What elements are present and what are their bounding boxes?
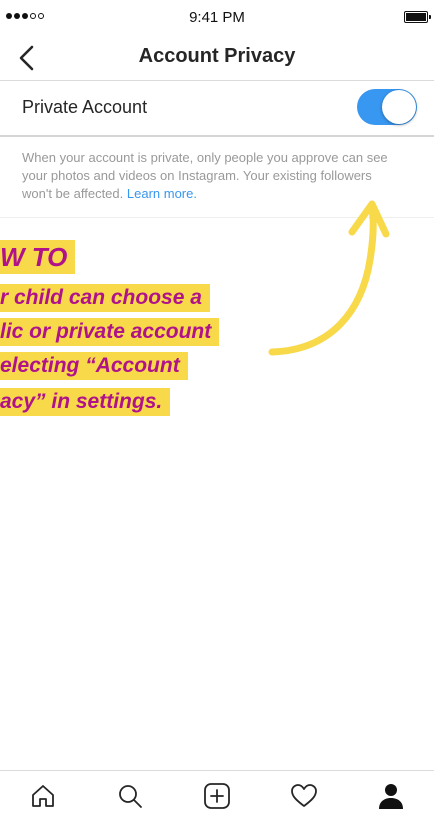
page-title: Account Privacy <box>138 45 296 67</box>
private-account-row: Private Account <box>0 81 434 137</box>
tab-bar <box>0 770 434 819</box>
tab-home[interactable] <box>21 774 65 818</box>
person-icon <box>378 783 403 809</box>
status-time: 9:41 PM <box>189 9 245 26</box>
phone-screen: 9:41 PM Account Privacy Private Account … <box>0 0 434 819</box>
annotation-line-4: electing “Account <box>0 352 188 380</box>
annotation-line-2: r child can choose a <box>0 284 210 312</box>
home-icon <box>32 784 55 807</box>
annotation-line-5: acy” in settings. <box>0 388 171 416</box>
tab-profile[interactable] <box>369 774 413 818</box>
tab-activity[interactable] <box>282 774 326 818</box>
heart-icon <box>290 783 317 807</box>
plus-square-icon <box>204 782 230 809</box>
search-icon <box>119 784 143 808</box>
tab-new-post[interactable] <box>195 774 239 818</box>
toggle-knob <box>382 90 416 124</box>
annotation-line-1: W TO <box>0 240 76 274</box>
annotation-arrow <box>268 200 390 356</box>
navigation-bar: Account Privacy <box>0 36 434 81</box>
private-account-toggle[interactable] <box>357 89 417 125</box>
private-account-label: Private Account <box>22 97 148 117</box>
battery-icon <box>404 11 431 23</box>
status-bar: 9:41 PM <box>0 0 434 36</box>
tab-search[interactable] <box>108 774 152 818</box>
annotation-line-3: lic or private account <box>0 318 220 346</box>
learn-more-link[interactable]: Learn more. <box>127 186 197 201</box>
